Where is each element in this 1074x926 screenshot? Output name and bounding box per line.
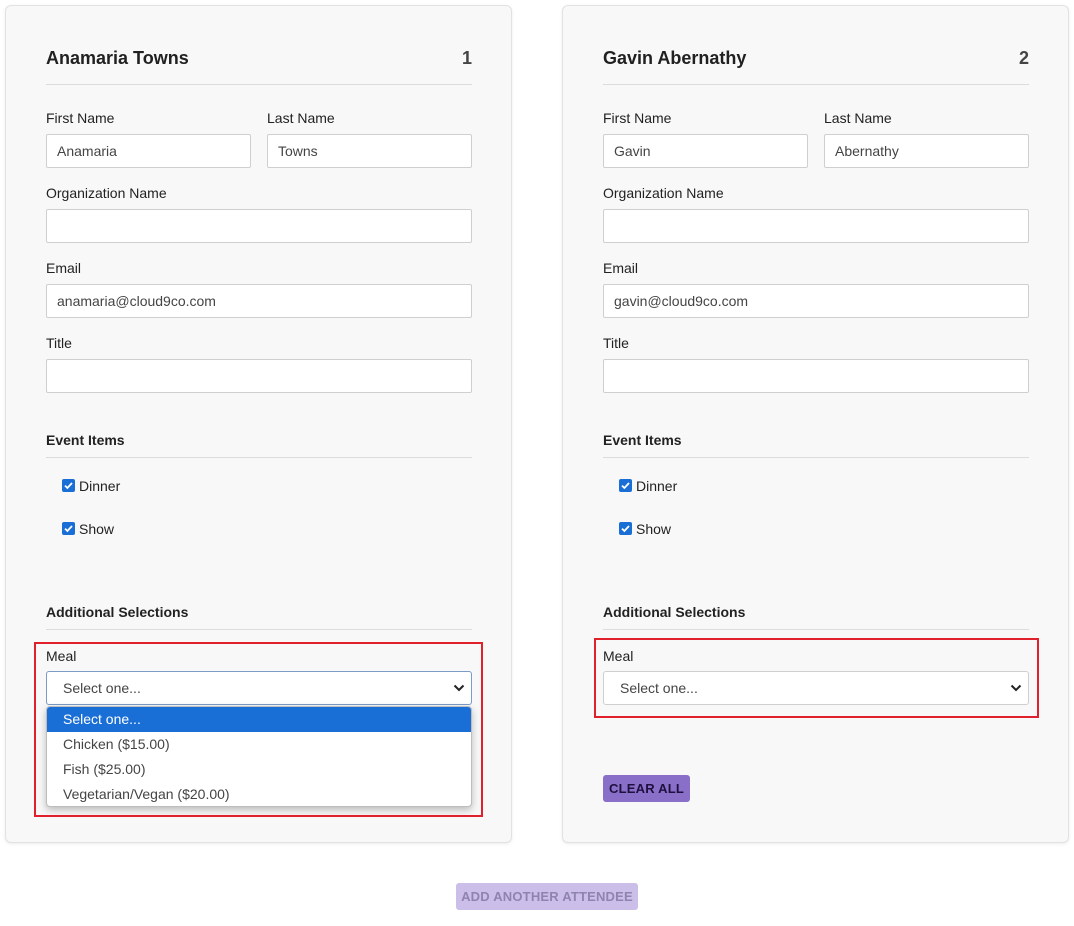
checkmark-icon bbox=[621, 525, 630, 533]
event-items-heading: Event Items bbox=[603, 432, 682, 448]
organization-label: Organization Name bbox=[603, 185, 724, 201]
last-name-field[interactable] bbox=[267, 134, 472, 168]
attendee-number: 2 bbox=[1018, 48, 1029, 68]
email-field[interactable] bbox=[603, 284, 1029, 318]
show-checkbox[interactable] bbox=[619, 522, 632, 535]
show-label: Show bbox=[79, 521, 115, 537]
highlight-box-meal-1 bbox=[34, 642, 483, 817]
title-field[interactable] bbox=[603, 359, 1029, 393]
card-header: Anamaria Towns 1 bbox=[46, 48, 472, 85]
first-name-field[interactable] bbox=[603, 134, 808, 168]
last-name-label: Last Name bbox=[824, 110, 892, 126]
show-label: Show bbox=[636, 521, 672, 537]
first-name-field[interactable] bbox=[46, 134, 251, 168]
checkmark-icon bbox=[64, 525, 73, 533]
divider bbox=[46, 629, 472, 630]
last-name-label: Last Name bbox=[267, 110, 335, 126]
add-another-attendee-button[interactable]: ADD ANOTHER ATTENDEE bbox=[456, 883, 638, 910]
last-name-field[interactable] bbox=[824, 134, 1029, 168]
clear-all-button[interactable]: CLEAR ALL bbox=[603, 775, 690, 802]
dinner-label: Dinner bbox=[79, 478, 121, 494]
additional-selections-heading: Additional Selections bbox=[603, 604, 746, 620]
checkmark-icon bbox=[621, 482, 630, 490]
card-header: Gavin Abernathy 2 bbox=[603, 48, 1029, 85]
first-name-label: First Name bbox=[603, 110, 672, 126]
attendee-name: Anamaria Towns bbox=[46, 48, 189, 68]
dinner-label: Dinner bbox=[636, 478, 678, 494]
organization-field[interactable] bbox=[603, 209, 1029, 243]
email-label: Email bbox=[46, 260, 82, 276]
event-items-heading: Event Items bbox=[46, 432, 125, 448]
show-checkbox[interactable] bbox=[62, 522, 75, 535]
checkmark-icon bbox=[64, 482, 73, 490]
first-name-label: First Name bbox=[46, 110, 115, 126]
attendee-number: 1 bbox=[461, 48, 472, 68]
organization-label: Organization Name bbox=[46, 185, 167, 201]
additional-selections-heading: Additional Selections bbox=[46, 604, 189, 620]
organization-field[interactable] bbox=[46, 209, 472, 243]
highlight-box-meal-2 bbox=[594, 638, 1039, 718]
dinner-checkbox[interactable] bbox=[619, 479, 632, 492]
title-label: Title bbox=[603, 335, 629, 351]
dinner-checkbox[interactable] bbox=[62, 479, 75, 492]
divider bbox=[46, 457, 472, 458]
title-label: Title bbox=[46, 335, 72, 351]
email-field[interactable] bbox=[46, 284, 472, 318]
divider bbox=[603, 629, 1029, 630]
title-field[interactable] bbox=[46, 359, 472, 393]
divider bbox=[603, 457, 1029, 458]
email-label: Email bbox=[603, 260, 639, 276]
attendee-name: Gavin Abernathy bbox=[603, 48, 747, 68]
